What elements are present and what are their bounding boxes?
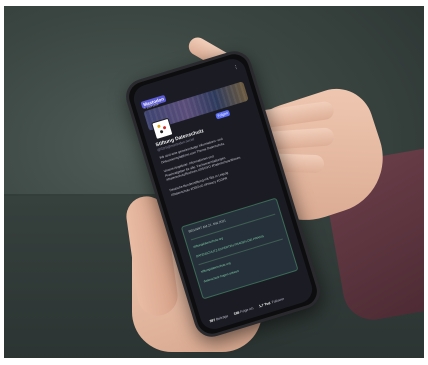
stat-posts[interactable]: 397 Beiträge xyxy=(209,314,229,323)
logo-dot xyxy=(159,129,164,134)
stat-value: 166 xyxy=(233,310,240,316)
logo-dot xyxy=(162,125,167,130)
stat-followers[interactable]: 1,7 Tsd. Follower xyxy=(258,297,284,308)
stat-value: 397 xyxy=(209,317,216,324)
logo-dot xyxy=(157,124,161,129)
stat-value: 1,7 Tsd. xyxy=(258,300,272,309)
post-header: BEGINNT AM 21. Mai 2021 xyxy=(187,218,227,234)
follow-button[interactable]: Folgen xyxy=(215,109,231,120)
stat-label: Beiträge xyxy=(215,313,229,322)
stat-label: Folge ich xyxy=(239,306,254,315)
post-card[interactable]: BEGINNT AM 21. Mai 2021 stiftungdatensch… xyxy=(180,197,299,300)
photo-scene: Mastodon ⋮ < Zurück Folgen Stiftung Date… xyxy=(4,6,424,358)
stat-label: Follower xyxy=(271,296,285,305)
menu-icon[interactable]: ⋮ xyxy=(233,64,240,71)
stat-following[interactable]: 166 Folge ich xyxy=(233,306,254,316)
